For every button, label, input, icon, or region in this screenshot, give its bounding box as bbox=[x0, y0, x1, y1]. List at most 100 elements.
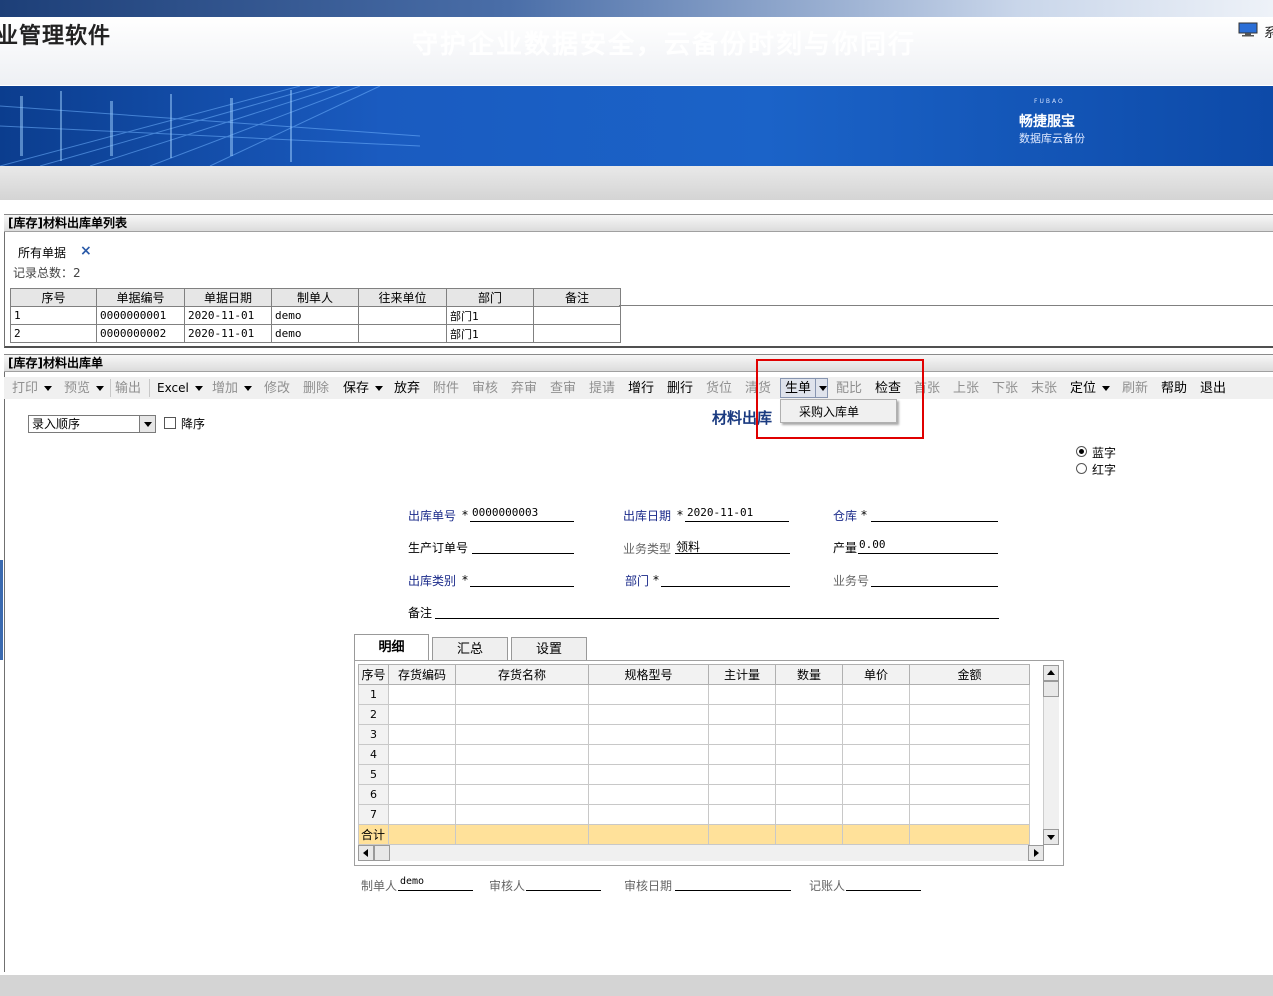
column-header[interactable]: 数量 bbox=[775, 664, 843, 685]
column-header[interactable]: 制单人 bbox=[271, 288, 359, 307]
table-cell[interactable] bbox=[588, 724, 709, 745]
table-cell[interactable] bbox=[455, 724, 589, 745]
table-cell[interactable] bbox=[388, 804, 456, 825]
table-row[interactable]: 1 bbox=[358, 684, 1044, 705]
column-header[interactable]: 备注 bbox=[533, 288, 621, 307]
table-cell[interactable] bbox=[358, 324, 447, 343]
excel-button[interactable]: Excel bbox=[157, 380, 203, 397]
table-cell[interactable] bbox=[909, 804, 1030, 825]
column-header[interactable]: 部门 bbox=[446, 288, 534, 307]
tab-settings[interactable]: 设置 bbox=[511, 637, 587, 661]
table-cell[interactable]: 2020-11-01 bbox=[184, 324, 272, 343]
table-cell[interactable] bbox=[455, 704, 589, 725]
table-cell[interactable] bbox=[842, 724, 910, 745]
table-cell[interactable] bbox=[388, 764, 456, 785]
warehouse-field[interactable] bbox=[871, 521, 998, 522]
table-cell[interactable] bbox=[455, 804, 589, 825]
chevron-down-icon[interactable] bbox=[44, 386, 53, 391]
add-button[interactable]: 增加 bbox=[212, 380, 253, 397]
table-cell[interactable] bbox=[588, 704, 709, 725]
radio-red[interactable] bbox=[1076, 463, 1087, 474]
table-cell[interactable] bbox=[708, 684, 776, 705]
column-header[interactable]: 主计量 bbox=[708, 664, 776, 685]
column-header[interactable]: 存货编码 bbox=[388, 664, 456, 685]
out-no-field[interactable] bbox=[470, 521, 574, 522]
table-cell[interactable] bbox=[775, 724, 843, 745]
table-cell[interactable] bbox=[909, 704, 1030, 725]
table-cell[interactable] bbox=[708, 724, 776, 745]
exit-button[interactable]: 退出 bbox=[1200, 380, 1226, 397]
scroll-up-button[interactable] bbox=[1043, 665, 1059, 681]
table-cell[interactable] bbox=[708, 804, 776, 825]
table-cell[interactable] bbox=[909, 784, 1030, 805]
table-cell[interactable] bbox=[842, 684, 910, 705]
column-header[interactable]: 单价 bbox=[842, 664, 910, 685]
table-cell[interactable]: 0000000002 bbox=[96, 324, 185, 343]
filter-chip[interactable]: 所有单据 bbox=[18, 244, 66, 261]
table-row[interactable]: 1 0000000001 2020-11-01 demo 部门1 bbox=[10, 306, 621, 325]
column-header[interactable]: 序号 bbox=[10, 288, 97, 307]
tab-detail[interactable]: 明细 bbox=[354, 634, 429, 662]
biz-no-field[interactable] bbox=[871, 586, 998, 587]
table-row[interactable]: 6 bbox=[358, 784, 1044, 805]
table-cell[interactable]: 2 bbox=[10, 324, 97, 343]
attach-button[interactable]: 附件 bbox=[433, 380, 459, 397]
prod-order-field[interactable] bbox=[472, 553, 574, 554]
table-cell[interactable] bbox=[588, 684, 709, 705]
table-cell[interactable] bbox=[842, 704, 910, 725]
next-button[interactable]: 下张 bbox=[992, 380, 1018, 397]
radio-blue[interactable] bbox=[1076, 446, 1087, 457]
table-cell[interactable] bbox=[388, 704, 456, 725]
scroll-left-button[interactable] bbox=[358, 845, 374, 861]
table-cell[interactable] bbox=[588, 744, 709, 765]
chevron-down-icon[interactable] bbox=[1102, 386, 1111, 391]
table-row[interactable]: 2 0000000002 2020-11-01 demo 部门1 bbox=[10, 324, 621, 343]
ad-banner[interactable] bbox=[0, 86, 1273, 166]
table-row[interactable]: 4 bbox=[358, 744, 1044, 765]
last-button[interactable]: 末张 bbox=[1031, 380, 1057, 397]
table-cell[interactable] bbox=[842, 784, 910, 805]
locate-button[interactable]: 定位 bbox=[1070, 380, 1111, 397]
chevron-down-icon[interactable] bbox=[244, 386, 253, 391]
chevron-down-icon[interactable] bbox=[194, 386, 203, 391]
preview-button[interactable]: 预览 bbox=[64, 380, 105, 397]
column-header[interactable]: 单据编号 bbox=[96, 288, 185, 307]
table-cell[interactable] bbox=[588, 784, 709, 805]
table-cell[interactable] bbox=[708, 744, 776, 765]
scroll-right-button[interactable] bbox=[1028, 845, 1044, 861]
column-header[interactable]: 存货名称 bbox=[455, 664, 589, 685]
table-row[interactable]: 2 bbox=[358, 704, 1044, 725]
table-cell[interactable] bbox=[388, 784, 456, 805]
table-cell[interactable] bbox=[775, 744, 843, 765]
column-header[interactable]: 金额 bbox=[909, 664, 1030, 685]
column-header[interactable]: 单据日期 bbox=[184, 288, 272, 307]
table-cell[interactable] bbox=[909, 684, 1030, 705]
export-button[interactable]: 输出 bbox=[115, 380, 141, 397]
table-row[interactable]: 3 bbox=[358, 724, 1044, 745]
table-cell[interactable] bbox=[708, 784, 776, 805]
monitor-icon[interactable] bbox=[1238, 22, 1258, 37]
print-button[interactable]: 打印 bbox=[12, 380, 53, 397]
table-cell[interactable]: 1 bbox=[10, 306, 97, 325]
scroll-thumb[interactable] bbox=[1043, 681, 1059, 697]
table-cell[interactable] bbox=[842, 804, 910, 825]
table-cell[interactable] bbox=[358, 306, 447, 325]
table-cell[interactable] bbox=[588, 764, 709, 785]
remark-field[interactable] bbox=[435, 618, 999, 619]
table-cell[interactable] bbox=[455, 784, 589, 805]
table-cell[interactable] bbox=[708, 704, 776, 725]
request-button[interactable]: 提请 bbox=[589, 380, 615, 397]
audit-button[interactable]: 审核 bbox=[472, 380, 498, 397]
table-cell[interactable] bbox=[909, 764, 1030, 785]
table-cell[interactable]: demo bbox=[271, 324, 359, 343]
table-cell[interactable] bbox=[455, 744, 589, 765]
tab-summary[interactable]: 汇总 bbox=[432, 637, 508, 661]
table-cell[interactable] bbox=[533, 306, 621, 325]
sort-order-select[interactable]: 录入顺序 bbox=[28, 415, 156, 433]
delete-row-button[interactable]: 删行 bbox=[667, 380, 693, 397]
table-cell[interactable] bbox=[842, 764, 910, 785]
table-cell[interactable] bbox=[775, 784, 843, 805]
table-cell[interactable] bbox=[708, 764, 776, 785]
table-cell[interactable] bbox=[775, 764, 843, 785]
table-cell[interactable]: 部门1 bbox=[446, 324, 534, 343]
